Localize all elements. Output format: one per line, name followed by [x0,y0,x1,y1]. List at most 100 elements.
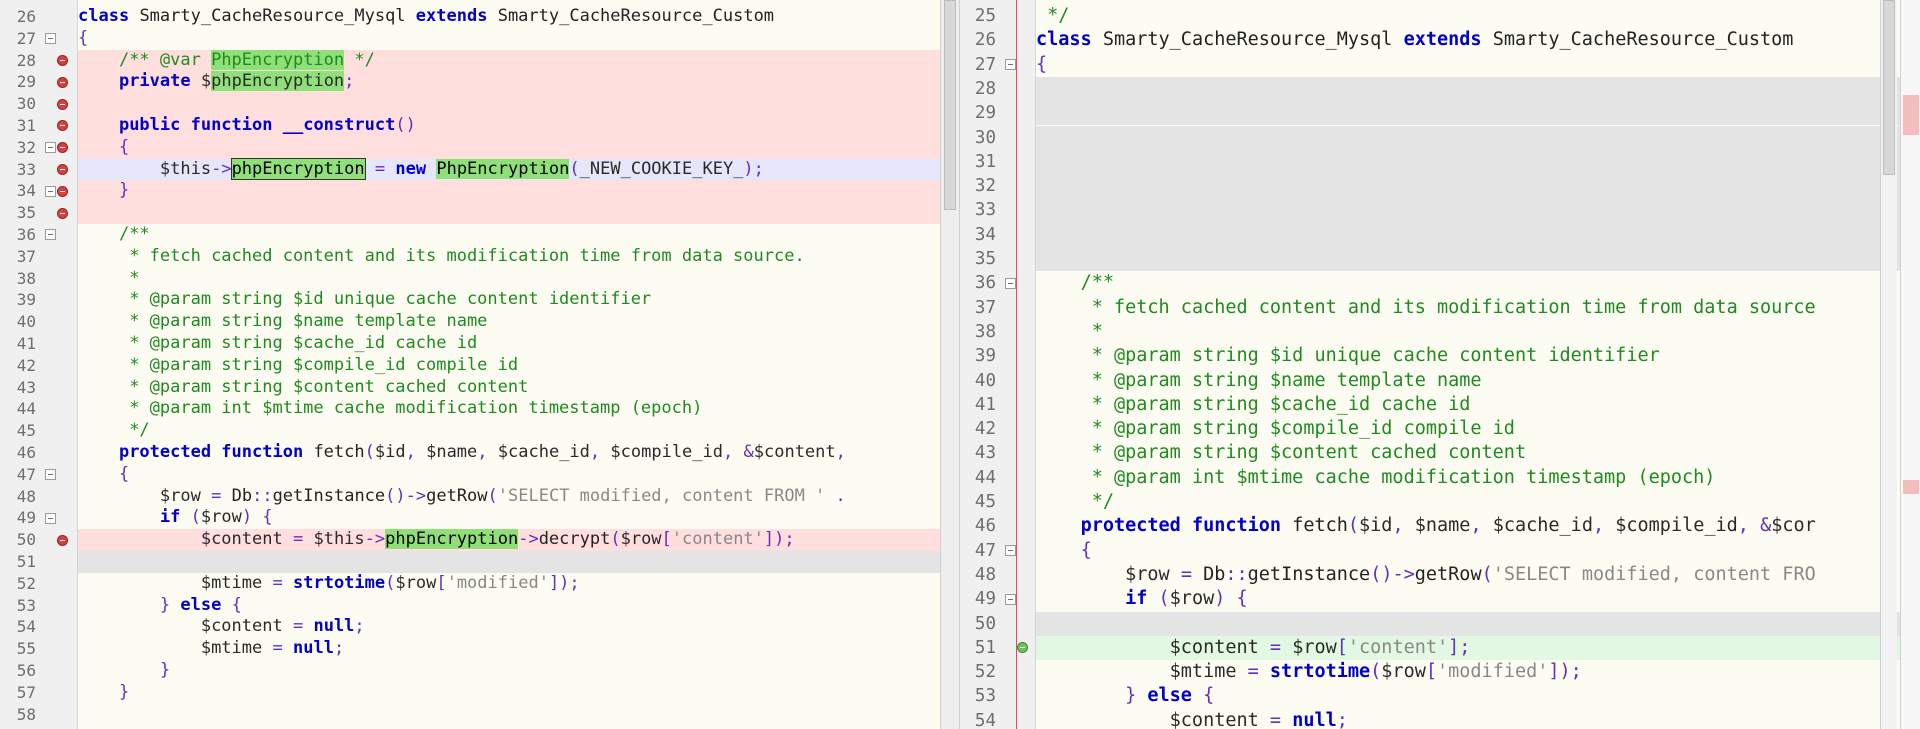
right-scrollbar[interactable] [1880,0,1897,729]
code-line[interactable]: public function __construct() [78,115,940,137]
line-number: 53 [16,595,36,615]
code-line[interactable]: { [78,464,940,486]
remove-change-icon[interactable] [57,55,68,66]
line-number: 35 [974,249,996,269]
fold-toggle-icon[interactable] [45,229,56,241]
code-line[interactable]: */ [1036,490,1920,514]
code-line[interactable]: * fetch cached content and its modificat… [1036,296,1920,320]
code-line[interactable]: * @param string $name template name [78,311,940,333]
code-line[interactable]: /** @var PhpEncryption */ [78,49,940,72]
code-line[interactable]: $content = $row['content']; [1036,635,1920,661]
fold-toggle-icon[interactable] [1005,545,1016,557]
code-line[interactable] [78,202,940,224]
fold-toggle-icon[interactable] [1005,59,1016,71]
code-line[interactable]: * @param string $id unique cache content… [78,289,940,311]
code-line[interactable]: * @param string $compile_id compile id [1036,417,1920,441]
code-line[interactable]: $content = null; [78,616,940,638]
remove-change-icon[interactable] [57,534,68,546]
code-line[interactable]: $mtime = strtotime($row['modified']); [78,573,940,595]
code-line[interactable]: class Smarty_CacheResource_Mysql extends… [1036,28,1920,52]
code-line[interactable]: if ($row) { [78,507,940,529]
fold-toggle-icon[interactable] [45,512,56,524]
code-line[interactable]: * [1036,320,1920,344]
left-scrollbar-thumb[interactable] [944,0,956,210]
code-line[interactable] [1036,174,1920,199]
code-line[interactable] [1036,125,1920,150]
right-scrollbar-thumb[interactable] [1883,0,1895,175]
code-line[interactable]: */ [78,420,940,442]
code-line[interactable]: } [78,180,940,203]
code-line[interactable]: { [1036,539,1920,563]
code-line[interactable] [1036,198,1920,223]
code-line[interactable]: private $phpEncryption; [78,71,940,94]
code-line[interactable] [1036,76,1920,102]
code-line[interactable]: * @param int $mtime cache modification t… [1036,466,1920,490]
code-line[interactable]: protected function fetch($id, $name, $ca… [78,442,940,464]
code-line[interactable] [78,704,940,726]
code-line[interactable]: } [78,660,940,682]
code-line[interactable]: $mtime = null; [78,638,940,660]
code-line[interactable]: $content = null; [1036,709,1920,729]
code-line[interactable]: * @param string $compile_id compile id [78,355,940,377]
fold-toggle-icon[interactable] [45,142,56,154]
code-line[interactable]: * [78,268,940,290]
code-line[interactable]: * @param string $content cached content [1036,441,1920,465]
code-line[interactable]: $mtime = strtotime($row['modified']); [1036,660,1920,684]
code-line[interactable] [1036,222,1920,247]
remove-change-icon[interactable] [57,98,68,110]
add-change-icon[interactable] [1017,642,1028,654]
code-line[interactable]: * @param string $content cached content [78,377,940,399]
line-number: 34 [16,181,36,201]
code-line[interactable]: * @param string $cache_id cache id [1036,393,1920,417]
code-line[interactable]: { [78,28,940,50]
pane-splitter[interactable] [940,0,960,729]
right-diff-pane[interactable]: 25 26 27 28 29 30 31 32 33 34 35 36 37 38 39 40 41 42 43 44… [960,0,1920,729]
line-number: 45 [16,421,36,441]
code-line[interactable]: * @param string $name template name [1036,369,1920,393]
code-line[interactable]: } else { [78,595,940,617]
line-number: 44 [974,467,996,488]
code-line[interactable]: if ($row) { [1036,587,1920,611]
code-line[interactable] [1036,149,1920,175]
code-line[interactable]: * @param int $mtime cache modification t… [78,398,940,420]
right-code-area[interactable]: */class Smarty_CacheResource_Mysql exten… [1036,0,1920,729]
remove-change-icon[interactable] [57,164,68,175]
fold-toggle-icon[interactable] [1005,593,1016,605]
code-line[interactable]: $row = Db::getInstance()->getRow('SELECT… [1036,563,1920,587]
code-line[interactable]: $this->phpEncryption = new PhpEncryption… [78,157,940,181]
code-line[interactable] [78,93,940,115]
fold-toggle-icon[interactable] [45,469,56,481]
code-line[interactable]: /** [1036,271,1920,295]
code-line[interactable] [78,551,940,573]
remove-change-icon[interactable] [57,76,68,88]
line-number: 26 [974,30,996,51]
line-number: 54 [974,710,996,729]
code-line[interactable]: $row = Db::getInstance()->getRow('SELECT… [78,486,940,508]
code-line[interactable]: * @param string $cache_id cache id [78,333,940,355]
code-line[interactable]: } [78,682,940,704]
code-line[interactable] [1036,611,1920,636]
code-line[interactable] [1036,101,1920,126]
remove-change-icon[interactable] [57,120,68,132]
code-line[interactable]: * @param string $id unique cache content… [1036,344,1920,368]
code-line[interactable]: } else { [1036,684,1920,708]
right-gutter: 25 26 27 28 29 30 31 32 33 34 35 36 37 38 39 40 41 42 43 44… [960,0,1036,729]
code-line[interactable]: /** [78,224,940,246]
fold-toggle-icon[interactable] [1005,277,1016,289]
fold-toggle-icon[interactable] [45,33,56,45]
remove-change-icon[interactable] [57,142,68,154]
code-line[interactable]: class Smarty_CacheResource_Mysql extends… [78,6,940,28]
left-code-area[interactable]: class Smarty_CacheResource_Mysql extends… [78,0,940,729]
code-line[interactable] [1036,247,1920,272]
code-line[interactable]: $content = $this->phpEncryption->decrypt… [78,529,940,551]
code-line[interactable]: { [1036,53,1920,77]
fold-toggle-icon[interactable] [45,185,56,197]
line-number: 36 [16,225,36,244]
left-diff-pane[interactable]: 26 27 28 29 30 31 32 33 34 35 36 37 38 39 40 41 42 43 44 45… [0,0,940,729]
code-line[interactable]: */ [1036,4,1920,28]
remove-change-icon[interactable] [57,185,68,197]
code-line[interactable]: * fetch cached content and its modificat… [78,246,940,268]
remove-change-icon[interactable] [57,207,68,219]
code-line[interactable]: protected function fetch($id, $name, $ca… [1036,514,1920,538]
code-line[interactable]: { [78,136,940,159]
